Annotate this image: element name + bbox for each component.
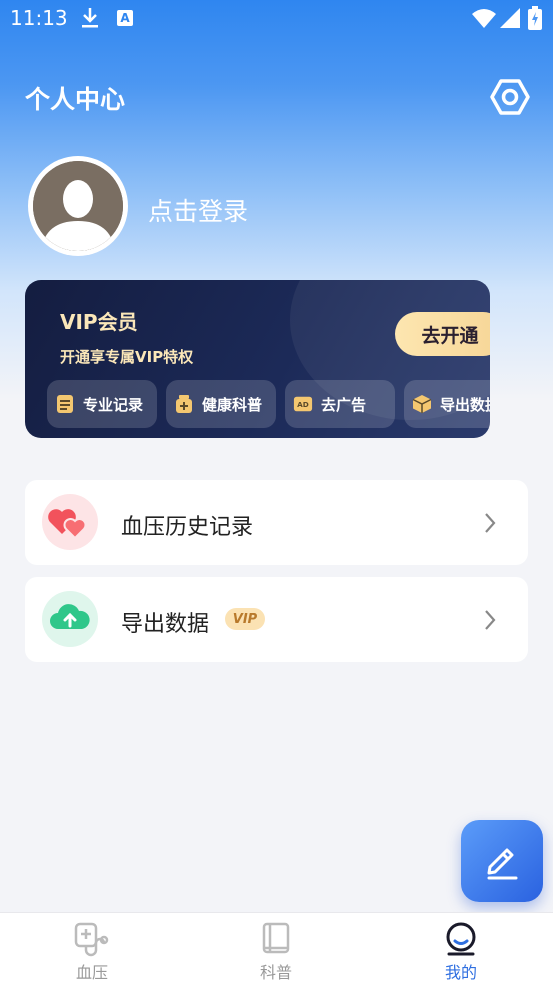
menu-item-bp-history[interactable]: 血压历史记录 — [25, 480, 528, 565]
hearts-icon — [42, 494, 98, 550]
chevron-right-icon — [485, 513, 496, 533]
menu-label: 导出数据 — [121, 612, 210, 637]
menu-label: 血压历史记录 — [121, 515, 254, 540]
tab-label: 血压 — [75, 963, 108, 982]
login-link[interactable]: 点击登录 — [148, 192, 248, 228]
perk-label: 健康科普 — [202, 395, 263, 414]
wifi-icon — [472, 9, 496, 28]
perk-label: 专业记录 — [83, 395, 144, 414]
tab-label: 科普 — [259, 963, 292, 982]
perk-professional-record[interactable]: 专业记录 — [47, 380, 157, 428]
open-vip-button[interactable]: 去开通 — [395, 312, 490, 356]
svg-text:AD: AD — [297, 400, 309, 409]
settings-icon[interactable] — [490, 77, 530, 117]
status-time: 11:13 — [10, 6, 68, 30]
cloud-upload-icon — [42, 591, 98, 647]
profile-icon — [446, 922, 476, 956]
page-title: 个人中心 — [25, 85, 126, 114]
tab-blood-pressure[interactable]: 血压 — [37, 913, 147, 984]
tab-science[interactable]: 科普 — [221, 913, 331, 984]
medicine-bottle-icon — [176, 395, 192, 413]
download-icon — [82, 8, 98, 28]
app-notification-icon: A — [117, 10, 133, 26]
menu-item-export-data[interactable]: 导出数据 VIP — [25, 577, 528, 662]
perk-export-data[interactable]: 导出数据 — [404, 380, 490, 428]
add-record-button[interactable] — [461, 820, 543, 902]
status-bar: 11:13 A — [0, 0, 553, 38]
stethoscope-icon — [74, 922, 109, 957]
box-icon — [412, 395, 432, 413]
avatar[interactable] — [28, 156, 128, 256]
bottom-nav: 血压 科普 我的 — [0, 912, 553, 984]
perk-label: 去广告 — [321, 395, 367, 414]
perk-label: 导出数据 — [440, 395, 490, 414]
tab-mine[interactable]: 我的 — [406, 913, 516, 984]
vip-subtitle: 开通享专属VIP特权 — [60, 348, 194, 366]
edit-pen-icon — [487, 848, 518, 880]
perk-remove-ads[interactable]: AD 去广告 — [285, 380, 395, 428]
document-icon — [57, 395, 73, 413]
default-avatar-icon — [33, 161, 123, 251]
vip-badge: VIP — [225, 608, 265, 630]
book-icon — [262, 922, 290, 954]
ad-icon: AD — [293, 396, 313, 412]
chevron-right-icon — [485, 610, 496, 630]
battery-icon — [528, 6, 542, 30]
signal-icon — [500, 8, 520, 28]
vip-title: VIP会员 — [60, 310, 138, 334]
tab-label: 我的 — [444, 963, 477, 982]
vip-card: VIP会员 开通享专属VIP特权 去开通 专业记录 健康科普 AD 去广告 导出… — [25, 280, 490, 438]
perk-health-science[interactable]: 健康科普 — [166, 380, 276, 428]
